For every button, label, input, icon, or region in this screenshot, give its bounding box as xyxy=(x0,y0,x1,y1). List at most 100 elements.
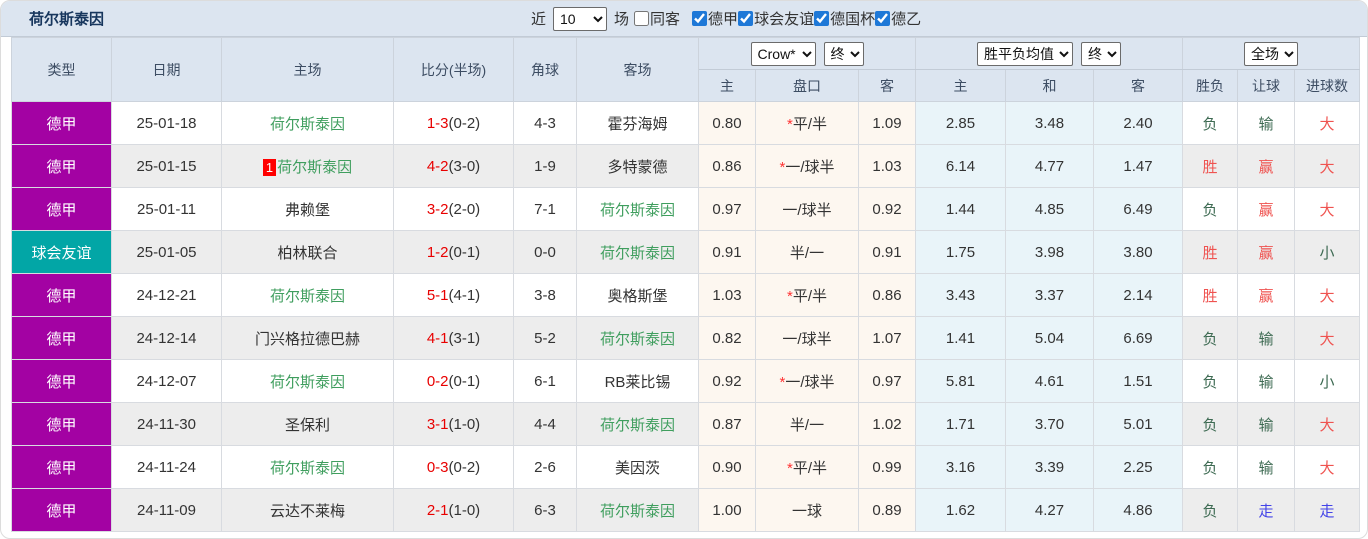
draw-odds: 4.61 xyxy=(1005,359,1095,403)
win-odds: 1.44 xyxy=(915,187,1007,231)
match-row: 德甲 24-12-21 荷尔斯泰因 5-1(4-1) 3-8 奥格斯堡 1.03 *平/半 0.… xyxy=(11,273,1361,317)
lose-odds: 1.47 xyxy=(1093,144,1184,188)
league-filter-1[interactable]: 球会友谊 xyxy=(738,8,814,29)
handicap-line: *平/半 xyxy=(755,101,859,145)
league-checkbox[interactable] xyxy=(738,11,754,26)
home-team[interactable]: 荷尔斯泰因 xyxy=(221,359,394,403)
home-team[interactable]: 弗赖堡 xyxy=(221,187,394,231)
away-handicap-odds: 0.91 xyxy=(857,230,917,274)
win-odds: 2.85 xyxy=(915,101,1007,145)
result-goals: 大 xyxy=(1294,144,1361,188)
handicap-time-select[interactable]: 终 xyxy=(823,41,864,66)
away-team[interactable]: 荷尔斯泰因 xyxy=(576,316,699,360)
result-winlose: 负 xyxy=(1182,488,1239,532)
score-cell: 4-2(3-0) xyxy=(393,144,514,188)
away-team[interactable]: 荷尔斯泰因 xyxy=(576,402,699,446)
home-handicap-odds: 1.03 xyxy=(698,273,756,317)
home-handicap-odds: 0.82 xyxy=(698,316,756,360)
result-winlose: 负 xyxy=(1182,101,1239,145)
lose-odds: 4.86 xyxy=(1093,488,1184,532)
odds-company-select[interactable]: Crow* xyxy=(750,41,816,66)
result-winlose: 负 xyxy=(1182,316,1239,360)
win-odds: 3.43 xyxy=(915,273,1007,317)
league-type-badge: 德甲 xyxy=(11,273,112,317)
match-row: 德甲 25-01-18 荷尔斯泰因 1-3(0-2) 4-3 霍芬海姆 0.80 *平/半 1.… xyxy=(11,101,1361,145)
recent-count-select[interactable]: 10 xyxy=(553,6,608,31)
europe-odds-select[interactable]: 胜平负均值 xyxy=(977,41,1074,66)
match-date: 25-01-05 xyxy=(111,230,222,274)
away-team[interactable]: 荷尔斯泰因 xyxy=(576,187,699,231)
home-team[interactable]: 门兴格拉德巴赫 xyxy=(221,316,394,360)
same-opponent-label: 同客 xyxy=(650,11,681,28)
same-opponent-checkbox[interactable] xyxy=(634,11,650,26)
league-filter-3[interactable]: 德乙 xyxy=(875,8,921,29)
match-row: 德甲 25-01-15 1 荷尔斯泰因 4-2(3-0) 1-9 多特蒙德 0.86 *一/球半… xyxy=(11,144,1361,188)
lose-odds: 3.80 xyxy=(1093,230,1184,274)
draw-odds: 4.85 xyxy=(1005,187,1095,231)
score-cell: 0-2(0-1) xyxy=(393,359,514,403)
win-odds: 1.75 xyxy=(915,230,1007,274)
league-checkbox[interactable] xyxy=(814,11,830,26)
win-odds: 3.16 xyxy=(915,445,1007,489)
result-handicap: 输 xyxy=(1237,359,1296,403)
subcol-eu-win: 主 xyxy=(915,69,1007,102)
league-type-badge: 德甲 xyxy=(11,316,112,360)
league-label: 德国杯 xyxy=(830,11,876,28)
home-team[interactable]: 圣保利 xyxy=(221,402,394,446)
match-row: 德甲 24-11-24 荷尔斯泰因 0-3(0-2) 2-6 美因茨 0.90 *平/半 0.9… xyxy=(11,445,1361,489)
match-row: 德甲 24-11-30 圣保利 3-1(1-0) 4-4 荷尔斯泰因 0.87 半/一 1.02… xyxy=(11,402,1361,446)
lose-odds: 6.69 xyxy=(1093,316,1184,360)
win-odds: 1.62 xyxy=(915,488,1007,532)
corner-score: 7-1 xyxy=(513,187,577,231)
match-table-body: 德甲 25-01-18 荷尔斯泰因 1-3(0-2) 4-3 霍芬海姆 0.80 *平/半 1.… xyxy=(11,101,1361,532)
score-cell: 1-2(0-1) xyxy=(393,230,514,274)
away-team[interactable]: 荷尔斯泰因 xyxy=(576,488,699,532)
subcol-handicap-home: 主 xyxy=(698,69,756,102)
result-winlose: 负 xyxy=(1182,445,1239,489)
draw-odds: 3.70 xyxy=(1005,402,1095,446)
rank-badge: 1 xyxy=(262,158,277,176)
handicap-line: 半/一 xyxy=(755,402,859,446)
home-team[interactable]: 荷尔斯泰因 xyxy=(221,445,394,489)
europe-time-select[interactable]: 终 xyxy=(1081,41,1122,66)
match-row: 德甲 24-12-07 荷尔斯泰因 0-2(0-1) 6-1 RB莱比锡 0.92 *一/球半… xyxy=(11,359,1361,403)
match-date: 25-01-11 xyxy=(111,187,222,231)
home-team[interactable]: 柏林联合 xyxy=(221,230,394,274)
match-stats-panel: 荷尔斯泰因 近 10 场 同客 德甲 球会友谊 德国杯 德乙 类型 日期 主场 … xyxy=(0,0,1368,539)
away-team[interactable]: 多特蒙德 xyxy=(576,144,699,188)
home-team[interactable]: 荷尔斯泰因 xyxy=(221,273,394,317)
handicap-group-header: Crow* 终 xyxy=(697,37,917,70)
league-filter-list: 德甲 球会友谊 德国杯 德乙 xyxy=(692,8,921,29)
handicap-line: 一球 xyxy=(755,488,859,532)
home-team[interactable]: 荷尔斯泰因 xyxy=(221,101,394,145)
result-handicap: 赢 xyxy=(1237,144,1296,188)
away-handicap-odds: 0.99 xyxy=(857,445,917,489)
col-header-home: 主场 xyxy=(221,37,394,102)
league-checkbox[interactable] xyxy=(875,11,891,26)
result-winlose: 负 xyxy=(1182,402,1239,446)
league-filter-0[interactable]: 德甲 xyxy=(692,8,738,29)
lose-odds: 2.14 xyxy=(1093,273,1184,317)
away-team[interactable]: 美因茨 xyxy=(576,445,699,489)
away-team[interactable]: 霍芬海姆 xyxy=(576,101,699,145)
away-handicap-odds: 1.09 xyxy=(857,101,917,145)
home-team[interactable]: 1 荷尔斯泰因 xyxy=(221,144,394,188)
scope-select[interactable]: 全场 xyxy=(1244,41,1299,66)
subcol-eu-draw: 和 xyxy=(1005,69,1095,102)
league-label: 球会友谊 xyxy=(754,11,815,28)
away-team[interactable]: RB莱比锡 xyxy=(576,359,699,403)
result-handicap: 走 xyxy=(1237,488,1296,532)
league-filter-2[interactable]: 德国杯 xyxy=(814,8,875,29)
away-team[interactable]: 奥格斯堡 xyxy=(576,273,699,317)
subcol-handicap-away: 客 xyxy=(857,69,917,102)
away-handicap-odds: 0.86 xyxy=(857,273,917,317)
league-type-badge: 德甲 xyxy=(11,101,112,145)
corner-score: 6-3 xyxy=(513,488,577,532)
col-header-date: 日期 xyxy=(111,37,222,102)
away-team[interactable]: 荷尔斯泰因 xyxy=(576,230,699,274)
corner-score: 2-6 xyxy=(513,445,577,489)
match-row: 德甲 25-01-11 弗赖堡 3-2(2-0) 7-1 荷尔斯泰因 0.97 一/球半 0.9… xyxy=(11,187,1361,231)
same-opponent-filter[interactable]: 同客 xyxy=(634,8,680,29)
home-team[interactable]: 云达不莱梅 xyxy=(221,488,394,532)
league-checkbox[interactable] xyxy=(692,11,708,26)
